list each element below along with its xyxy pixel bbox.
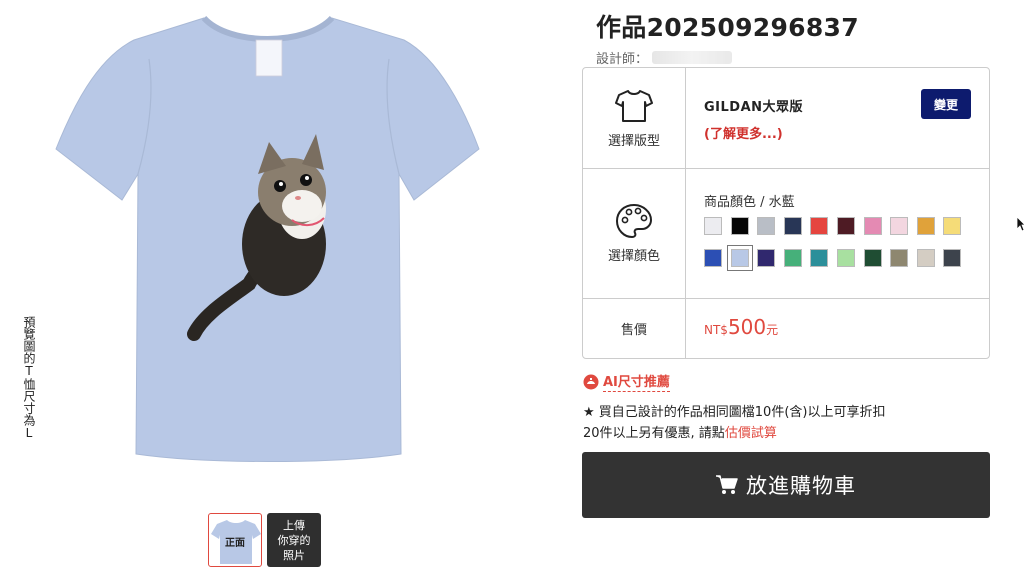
light-pink-swatch[interactable] [890, 217, 909, 235]
price-row-body: NT$ 500 元 [686, 299, 989, 358]
price-row-header: 售價 [583, 299, 686, 358]
green-swatch[interactable] [783, 249, 802, 267]
style-row-label: 選擇版型 [607, 133, 660, 149]
sand-swatch[interactable] [916, 249, 935, 267]
style-row: 選擇版型 GILDAN大眾版 (了解更多...) 變更 [583, 68, 989, 169]
ai-size-recommend-link[interactable]: AI尺寸推薦 [583, 371, 670, 392]
color-row-body: 商品顏色 / 水藍 [686, 169, 989, 298]
upload-photo-button[interactable]: 上傳 你穿的 照片 [267, 513, 321, 567]
thumbnail-strip: 正面 上傳 你穿的 照片 [208, 513, 321, 567]
teal-swatch[interactable] [810, 249, 829, 267]
preview-size-note: 預覽圖的T恤尺寸為L [22, 316, 36, 440]
charcoal-swatch[interactable] [943, 249, 962, 267]
price-row: 售價 NT$ 500 元 [583, 299, 989, 358]
mouse-cursor-icon [1016, 216, 1024, 232]
designer-label: 設計師： [596, 52, 649, 67]
current-color-label: 商品顏色 / 水藍 [704, 195, 795, 210]
learn-more-link[interactable]: (了解更多...) [704, 123, 783, 142]
designer-name-redacted [652, 51, 733, 64]
cart-icon [716, 475, 738, 494]
price-value: NT$ 500 元 [704, 315, 778, 339]
color-swatch-grid [704, 217, 974, 271]
thumbnail-front[interactable]: 正面 [208, 513, 262, 567]
discount-note: ★ 買自己設計的作品相同圖檔10件(含)以上可享折扣 20件以上另有優惠, 請點… [583, 402, 885, 444]
tshirt-icon [615, 89, 653, 122]
palette-icon [615, 203, 653, 239]
price-unit: 元 [766, 323, 779, 337]
discount-line-2-text: 20件以上另有優惠, 請點 [583, 426, 725, 441]
pink-swatch[interactable] [863, 217, 882, 235]
style-row-header: 選擇版型 [583, 68, 686, 168]
thumbnail-front-label: 正面 [225, 538, 245, 549]
designer-line: 設計師： [596, 48, 733, 67]
khaki-swatch[interactable] [890, 249, 909, 267]
mint-swatch[interactable] [836, 249, 855, 267]
change-style-button[interactable]: 變更 [921, 89, 971, 119]
light-blue-swatch[interactable] [726, 245, 753, 271]
royal-blue-swatch[interactable] [704, 249, 722, 267]
quote-estimate-link[interactable]: 估價試算 [725, 426, 777, 441]
discount-line-1: ★ 買自己設計的作品相同圖檔10件(含)以上可享折扣 [583, 405, 886, 420]
white-swatch[interactable] [704, 217, 722, 235]
add-to-cart-button[interactable]: 放進購物車 [582, 452, 990, 518]
maroon-swatch[interactable] [836, 217, 855, 235]
price-currency: NT$ [704, 323, 728, 337]
price-amount: 500 [727, 315, 767, 339]
options-table: 選擇版型 GILDAN大眾版 (了解更多...) 變更 選擇顏色 商品顏色 / … [582, 67, 990, 359]
gold-swatch[interactable] [916, 217, 935, 235]
product-title: 作品202509296837 [596, 13, 859, 42]
purple-swatch[interactable] [757, 249, 776, 267]
add-to-cart-label: 放進購物車 [746, 475, 856, 498]
black-swatch[interactable] [730, 217, 749, 235]
shirt-preview [54, 14, 484, 462]
style-row-body: GILDAN大眾版 (了解更多...) 變更 [686, 68, 989, 168]
yellow-swatch[interactable] [943, 217, 962, 235]
color-row-label: 選擇顏色 [607, 249, 660, 264]
style-name: GILDAN大眾版 [704, 100, 804, 115]
ai-size-icon [583, 374, 599, 389]
forest-green-swatch[interactable] [863, 249, 882, 267]
navy-swatch[interactable] [783, 217, 802, 235]
ai-size-label: AI尺寸推薦 [603, 371, 670, 392]
color-row: 選擇顏色 商品顏色 / 水藍 [583, 169, 989, 299]
color-row-header: 選擇顏色 [583, 169, 686, 298]
discount-line-2: 20件以上另有優惠, 請點估價試算 [583, 423, 885, 444]
price-row-label: 售價 [620, 323, 647, 338]
red-swatch[interactable] [810, 217, 829, 235]
heather-gray-swatch[interactable] [757, 217, 776, 235]
